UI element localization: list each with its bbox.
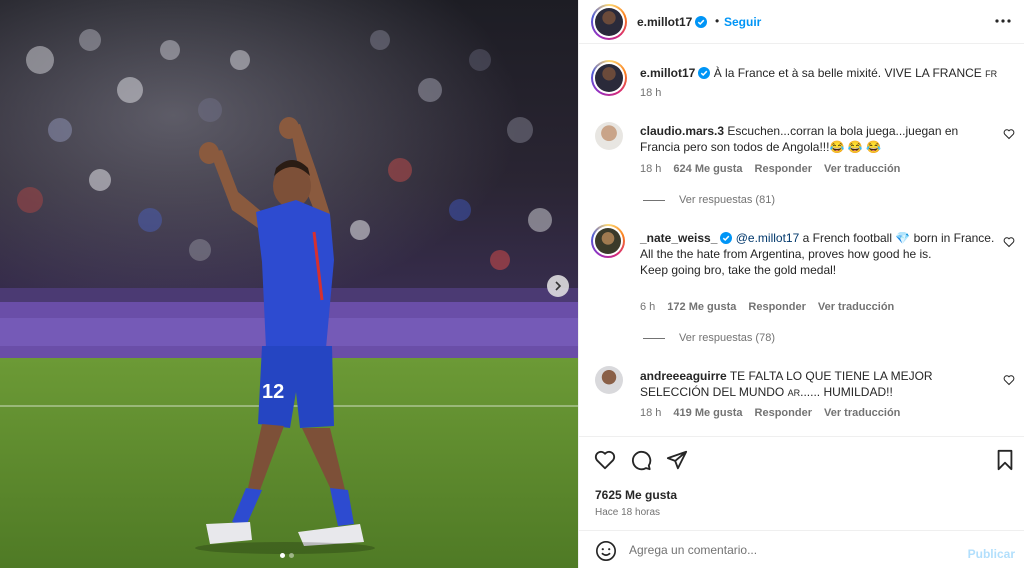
caption-username[interactable]: e.millot17 — [640, 66, 711, 80]
emoji-icon[interactable] — [595, 540, 617, 562]
comment-text: _nate_weiss_ @e.millot17 a French footba… — [640, 230, 1000, 278]
post-header: e.millot17 • Seguir — [579, 0, 1024, 44]
jersey-number: 12 — [262, 381, 284, 403]
comment-username[interactable]: claudio.mars.3 — [640, 124, 724, 138]
comment-time: 18 h — [640, 407, 662, 419]
carousel-dot — [289, 553, 294, 558]
comment-body-line1: a French football 💎 born in France. — [799, 231, 995, 245]
comment-likes[interactable]: 624 Me gusta — [673, 163, 742, 175]
replies-divider — [643, 199, 665, 201]
comment-text: claudio.mars.3 Escuchen...corran la bola… — [640, 123, 1000, 155]
comment-meta: 6 h 172 Me gusta Responder Ver traducció… — [640, 301, 894, 313]
comment-body-end: ...... HUMILDAD!! — [800, 385, 893, 399]
action-bar: 7625 Me gusta Hace 18 horas — [579, 436, 1024, 530]
translate-button[interactable]: Ver traducción — [824, 163, 900, 175]
caption-text: e.millot17 À la France et à sa belle mix… — [640, 65, 1000, 82]
verified-badge-icon — [720, 232, 733, 244]
verified-badge-icon — [698, 67, 711, 79]
author-username[interactable]: e.millot17 — [637, 15, 708, 29]
comment-like-heart-icon[interactable] — [1003, 374, 1015, 386]
publish-button[interactable]: Publicar — [968, 547, 1015, 561]
caption-meta: 18 h — [640, 87, 661, 99]
post-panel: e.millot17 • Seguir e.millot17 À la Fran… — [578, 0, 1024, 568]
carousel-next-button[interactable] — [547, 275, 569, 297]
comment-meta: 18 h 624 Me gusta Responder Ver traducci… — [640, 163, 900, 175]
commenter-avatar[interactable] — [595, 122, 623, 150]
post-timestamp: Hace 18 horas — [595, 507, 661, 518]
comment-composer: Publicar — [579, 530, 1024, 568]
comment-icon[interactable] — [630, 449, 652, 471]
comment-body-line3: Keep going bro, take the gold medal! — [640, 263, 837, 277]
comment-body-line2: All the the hate from Argentina, proves … — [640, 247, 932, 261]
caption-body: À la France et à sa belle mixité. VIVE L… — [713, 66, 982, 80]
comment-input[interactable] — [629, 541, 929, 559]
comment-text: andreeeaguirre TE FALTA LO QUE TIENE LA … — [640, 368, 1000, 401]
comment-mention[interactable]: @e.millot17 — [736, 231, 800, 245]
comment-likes[interactable]: 419 Me gusta — [673, 407, 742, 419]
post-photo[interactable]: 12 — [0, 0, 578, 568]
carousel-dots — [280, 553, 294, 558]
share-icon[interactable] — [666, 449, 688, 471]
header-dot-separator: • — [715, 14, 720, 28]
verified-badge-icon — [695, 16, 708, 28]
like-count[interactable]: 7625 Me gusta — [595, 488, 677, 502]
follow-button[interactable]: Seguir — [724, 15, 761, 29]
view-replies-button[interactable]: Ver respuestas (78) — [643, 332, 775, 344]
view-replies-button[interactable]: Ver respuestas (81) — [643, 194, 775, 206]
commenter-avatar[interactable] — [595, 366, 623, 394]
comment-time: 6 h — [640, 301, 656, 313]
translate-button[interactable]: Ver traducción — [818, 301, 894, 313]
comment-username[interactable]: _nate_weiss_ — [640, 231, 733, 245]
chevron-right-icon — [555, 281, 562, 291]
caption-time: 18 h — [640, 87, 662, 99]
view-replies-label: Ver respuestas (81) — [679, 194, 775, 206]
author-avatar[interactable] — [591, 4, 627, 40]
flag-fr-icon: FR — [985, 69, 998, 79]
more-options-icon[interactable] — [995, 13, 1011, 29]
comment-meta: 18 h 419 Me gusta Responder Ver traducci… — [640, 407, 900, 419]
comment-username[interactable]: andreeeaguirre — [640, 369, 727, 383]
heart-icon[interactable] — [594, 449, 616, 471]
reply-button[interactable]: Responder — [755, 407, 812, 419]
comment-likes[interactable]: 172 Me gusta — [667, 301, 736, 313]
reply-button[interactable]: Responder — [748, 301, 805, 313]
comment-like-heart-icon[interactable] — [1003, 128, 1015, 140]
translate-button[interactable]: Ver traducción — [824, 407, 900, 419]
caption-author-avatar[interactable] — [591, 60, 627, 96]
carousel-dot-active — [280, 553, 285, 558]
comment-like-heart-icon[interactable] — [1003, 236, 1015, 248]
commenter-avatar[interactable] — [591, 224, 625, 258]
flag-ar-icon: AR — [787, 388, 801, 398]
view-replies-label: Ver respuestas (78) — [679, 332, 775, 344]
replies-divider — [643, 337, 665, 339]
player-celebration-image: 12 — [0, 0, 578, 568]
bookmark-icon[interactable] — [995, 449, 1015, 471]
comment-time: 18 h — [640, 163, 662, 175]
reply-button[interactable]: Responder — [755, 163, 812, 175]
